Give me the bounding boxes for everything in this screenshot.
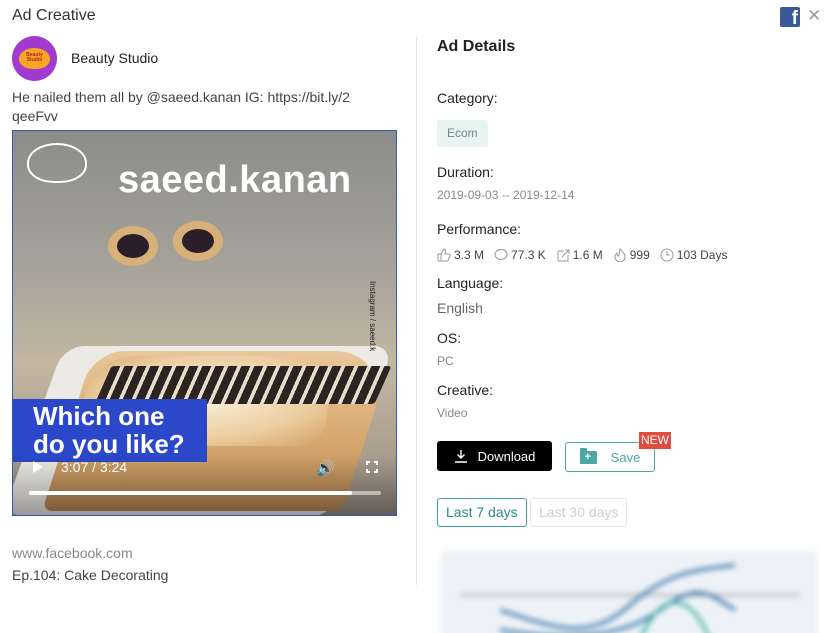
fullscreen-icon[interactable]: [366, 461, 378, 473]
creative-value: Video: [437, 406, 468, 420]
likes-value: 3.3 M: [454, 248, 485, 262]
column-divider: [416, 37, 417, 585]
language-value: English: [437, 300, 483, 316]
duration-label: Duration:: [437, 164, 494, 180]
likes-stat: 3.3 M: [437, 248, 484, 262]
performance-stats: 3.3 M 77.3 K 1.6 M 999 103 Days: [437, 248, 737, 262]
close-icon[interactable]: ✕: [807, 7, 821, 25]
question-line-2: do you like?: [33, 429, 185, 459]
category-tag: Ecom: [437, 120, 488, 147]
lips-watermark-icon: [27, 143, 87, 183]
comment-icon: [494, 249, 508, 260]
thumbs-up-icon: [437, 248, 451, 262]
creative-label: Creative:: [437, 382, 494, 398]
shares-value: 1.6 M: [572, 248, 603, 262]
comments-value: 77.3 K: [511, 248, 546, 262]
episode-title: Ep.104: Cake Decorating: [12, 567, 169, 583]
details-title: Ad Details: [437, 38, 516, 55]
os-value: PC: [437, 354, 454, 368]
new-badge: NEW: [639, 432, 671, 449]
advertiser-avatar[interactable]: Beauty Studio: [12, 36, 57, 81]
download-icon: [454, 450, 467, 463]
trend-chart-graphic: [460, 563, 800, 633]
advertiser-name[interactable]: Beauty Studio: [71, 50, 158, 66]
shares-stat: 1.6 M: [556, 248, 603, 262]
lips-logo-icon: Beauty Studio: [19, 48, 50, 69]
facebook-icon: f: [780, 7, 800, 27]
tab-last-30-days[interactable]: Last 30 days: [530, 498, 628, 527]
tab-last-7-days[interactable]: Last 7 days: [437, 498, 527, 527]
popularity-value: 999: [629, 248, 650, 262]
cake-decoration-right: [173, 221, 223, 261]
performance-label: Performance:: [437, 221, 522, 237]
video-player[interactable]: saeed.kanan Instagram / saeed.k Which on…: [12, 130, 397, 516]
category-label: Category:: [437, 90, 498, 106]
source-link[interactable]: www.facebook.com: [12, 545, 133, 561]
flame-icon: [614, 248, 626, 262]
video-overlay-title: saeed.kanan: [118, 159, 352, 201]
days-stat: 103 Days: [660, 248, 728, 262]
days-value: 103 Days: [676, 248, 728, 262]
clock-icon: [660, 248, 674, 262]
play-icon[interactable]: [33, 461, 43, 473]
save-label: Save: [610, 449, 641, 465]
video-time: 3:07 / 3:24: [61, 459, 128, 475]
folder-add-icon: +: [579, 447, 597, 464]
os-label: OS:: [437, 330, 462, 346]
video-question-banner: Which one do you like?: [13, 399, 207, 462]
video-progress-fill: [29, 491, 353, 495]
download-button[interactable]: Download: [437, 441, 552, 471]
trend-chart-preview: [440, 550, 818, 633]
duration-value: 2019-09-03 -- 2019-12-14: [437, 188, 575, 202]
volume-icon[interactable]: 🔊: [316, 459, 335, 477]
share-icon: [557, 249, 570, 262]
comments-stat: 77.3 K: [494, 248, 546, 262]
video-side-text: Instagram / saeed.k: [368, 281, 377, 352]
avatar-logo-text: Beauty Studio: [26, 52, 43, 63]
question-line-1: Which one: [33, 401, 165, 431]
popularity-stat: 999: [613, 248, 650, 262]
window-title: Ad Creative: [12, 7, 96, 24]
language-label: Language:: [437, 275, 504, 291]
cake-decoration-left: [108, 226, 158, 266]
ad-caption: He nailed them all by @saeed.kanan IG: h…: [12, 89, 350, 124]
video-progress-bar[interactable]: [29, 491, 381, 495]
download-label: Download: [477, 448, 536, 464]
